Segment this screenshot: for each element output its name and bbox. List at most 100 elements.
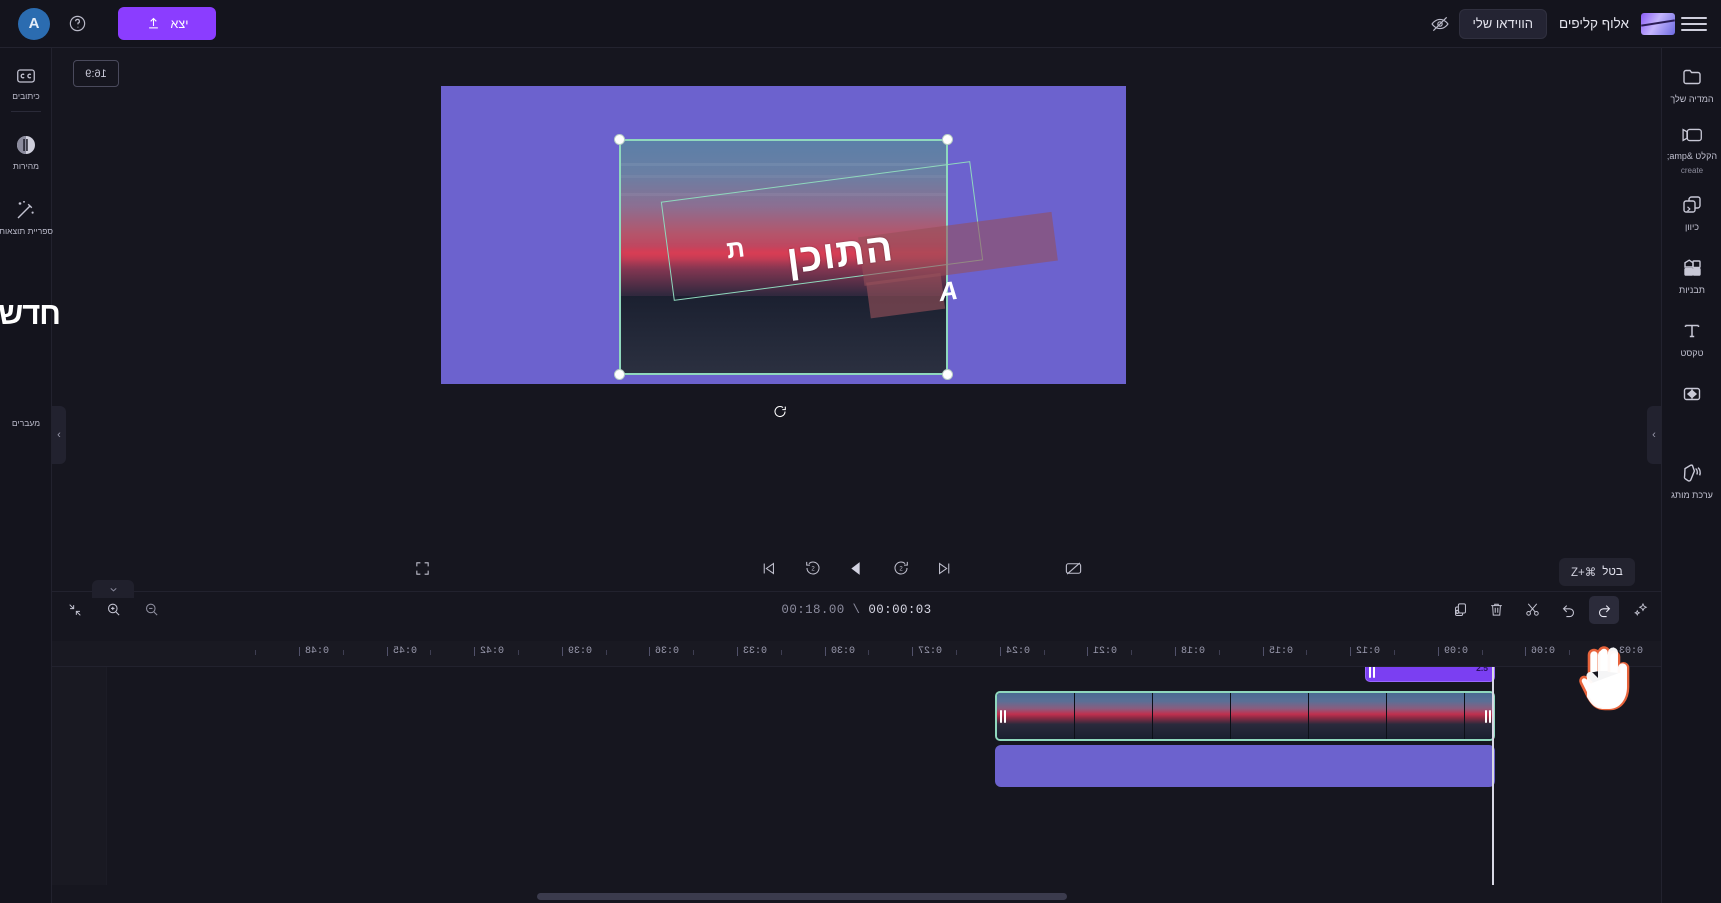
fullscreen-button[interactable] <box>405 553 439 583</box>
ruler-tick-label: 0:42 <box>480 646 505 657</box>
sidebar-item-transitions[interactable] <box>1662 373 1721 416</box>
skip-to-start-button[interactable] <box>752 553 786 583</box>
right-panel-collapse-toggle[interactable]: ‹ <box>1647 406 1661 464</box>
resize-handle-bottom-left[interactable] <box>614 369 625 380</box>
sidebar-item-captions[interactable]: כיתובים <box>0 56 52 105</box>
left-tool-rail: כיתובים מהירות ספריית תוצאות חדש מעברים <box>0 48 61 903</box>
duplicate-icon <box>1454 603 1466 617</box>
svg-text:2: 2 <box>811 566 815 572</box>
zoom-out-icon <box>145 603 158 616</box>
timecode-current: 00:00:03 <box>868 602 932 617</box>
ruler-tick-label: 0:03 <box>1619 646 1644 657</box>
sidebar-item-brand-kit[interactable]: ערכת מותג <box>1662 452 1721 505</box>
ruler-tick <box>474 647 476 656</box>
ruler-tick <box>1525 647 1527 656</box>
hamburger-menu-icon[interactable] <box>1681 11 1707 37</box>
my-video-button[interactable]: הווידאו שלי <box>1458 8 1547 39</box>
ruler-minor-tick <box>1218 650 1220 655</box>
redo-button[interactable] <box>1589 595 1619 624</box>
ruler-minor-tick <box>1394 650 1395 655</box>
ruler-tick <box>824 647 826 656</box>
duplicate-button[interactable] <box>1445 596 1475 624</box>
resize-handle-top-left[interactable] <box>614 134 625 145</box>
right-tool-rail: המדיה שלך הקלט &amp; create כיוון תבניות… <box>1661 48 1721 903</box>
speed-half-circle-icon <box>17 136 35 154</box>
zoom-in-icon <box>107 603 120 616</box>
sidebar-item-speed[interactable]: מהירות <box>0 124 52 175</box>
sidebar-item-effects-library[interactable]: ספריית תוצאות <box>0 189 53 240</box>
text-clip-label: 2.5 <box>1476 667 1488 673</box>
left-panel-collapse-toggle[interactable]: ‹ <box>52 406 66 464</box>
video-clip-left-trim-handle[interactable] <box>997 693 1008 739</box>
text-clip[interactable]: 2.5 <box>1365 667 1495 682</box>
ruler-tick-label: 0:36 <box>655 646 680 657</box>
zoom-out-button[interactable] <box>136 596 166 624</box>
layers-direction-icon <box>1683 196 1701 213</box>
scrollbar-thumb[interactable] <box>537 893 1067 900</box>
svg-text:2: 2 <box>899 566 903 572</box>
canvas-text-letter: A <box>937 274 960 308</box>
timeline-horizontal-scrollbar[interactable] <box>52 893 1661 900</box>
split-button[interactable] <box>1517 596 1547 624</box>
sidebar-item-direction[interactable]: כיוון <box>1662 184 1721 237</box>
skip-to-end-button[interactable] <box>928 553 962 583</box>
ruler-minor-tick <box>605 650 607 655</box>
rewind-2s-icon: 2 <box>805 561 820 575</box>
brand-kit-icon <box>1683 464 1701 482</box>
fit-to-screen-button[interactable] <box>60 596 90 624</box>
export-button[interactable]: יצא <box>118 7 216 40</box>
closed-captions-icon <box>1065 562 1081 574</box>
sidebar-item-your-media[interactable]: המדיה שלך <box>1662 56 1721 109</box>
video-clip[interactable] <box>995 691 1495 741</box>
delete-button[interactable] <box>1481 596 1511 624</box>
track-row-video[interactable] <box>52 689 1661 745</box>
resize-handle-bottom-right[interactable] <box>942 369 953 380</box>
rotate-handle-icon[interactable] <box>772 403 789 420</box>
background-clip[interactable] <box>995 745 1495 787</box>
forward-2s-button[interactable]: 2 <box>884 553 918 583</box>
preview-canvas[interactable]: ת התוכן A <box>441 86 1126 417</box>
ruler-minor-tick <box>1043 650 1045 655</box>
rewind-2s-button[interactable]: 2 <box>796 553 830 583</box>
zoom-in-button[interactable] <box>98 596 128 624</box>
clip-left-trim-handle[interactable] <box>1366 667 1377 681</box>
ruler-tick-label: 0:39 <box>567 646 592 657</box>
fullscreen-icon <box>415 561 429 575</box>
export-label: יצא <box>170 16 189 31</box>
sidebar-item-label: תבניות <box>1679 285 1705 295</box>
aspect-ratio-badge[interactable]: 16:9 <box>73 60 119 87</box>
ruler-tick <box>299 647 300 656</box>
avatar[interactable]: A <box>18 7 50 40</box>
eye-slash-icon[interactable] <box>1427 11 1453 37</box>
new-badge: חדש <box>0 296 61 331</box>
transitions-icon <box>1683 387 1701 401</box>
closed-captions-button[interactable] <box>1056 553 1090 583</box>
ruler-tick-label: 0:06 <box>1531 646 1556 657</box>
play-button[interactable] <box>840 553 874 583</box>
upload-arrow-icon <box>148 17 158 29</box>
timeline-collapse-tab[interactable] <box>92 580 134 598</box>
undo-button[interactable] <box>1553 596 1583 624</box>
project-name[interactable]: אלוף קליפים <box>1553 16 1635 31</box>
skip-to-end-icon <box>939 562 950 574</box>
sidebar-item-transitions-label[interactable]: מעברים <box>0 418 52 428</box>
resize-handle-top-right[interactable] <box>942 134 953 145</box>
magic-sparkle-button[interactable] <box>1625 596 1655 624</box>
ruler-tick <box>1613 647 1614 656</box>
question-circle-icon[interactable] <box>64 11 90 37</box>
sidebar-item-record-create[interactable]: הקלט &amp; create <box>1662 115 1721 180</box>
sidebar-item-templates[interactable]: תבניות <box>1662 247 1721 300</box>
ruler-tick-label: 0:09 <box>1443 646 1468 657</box>
record-camera-icon <box>1682 128 1702 142</box>
app-header: A יצא הווידאו שלי אלוף קליפים <box>0 0 1721 48</box>
sidebar-item-text[interactable]: טקסט <box>1662 310 1721 363</box>
ruler-tick <box>1175 647 1176 656</box>
play-icon <box>851 561 860 575</box>
track-row-background[interactable] <box>52 745 1661 795</box>
sidebar-item-label: הקלט &amp; <box>1666 151 1718 161</box>
clapperboard-icon <box>1641 12 1675 35</box>
tooltip-shortcut: ⌘+Z <box>1571 567 1597 579</box>
playhead[interactable] <box>1492 667 1494 885</box>
ruler-minor-tick <box>780 650 782 655</box>
timeline-ruler[interactable]: 0:03 0:06 0:09 0:12 0:15 0:18 0:21 0:24 0:27 0:30… <box>52 641 1661 667</box>
